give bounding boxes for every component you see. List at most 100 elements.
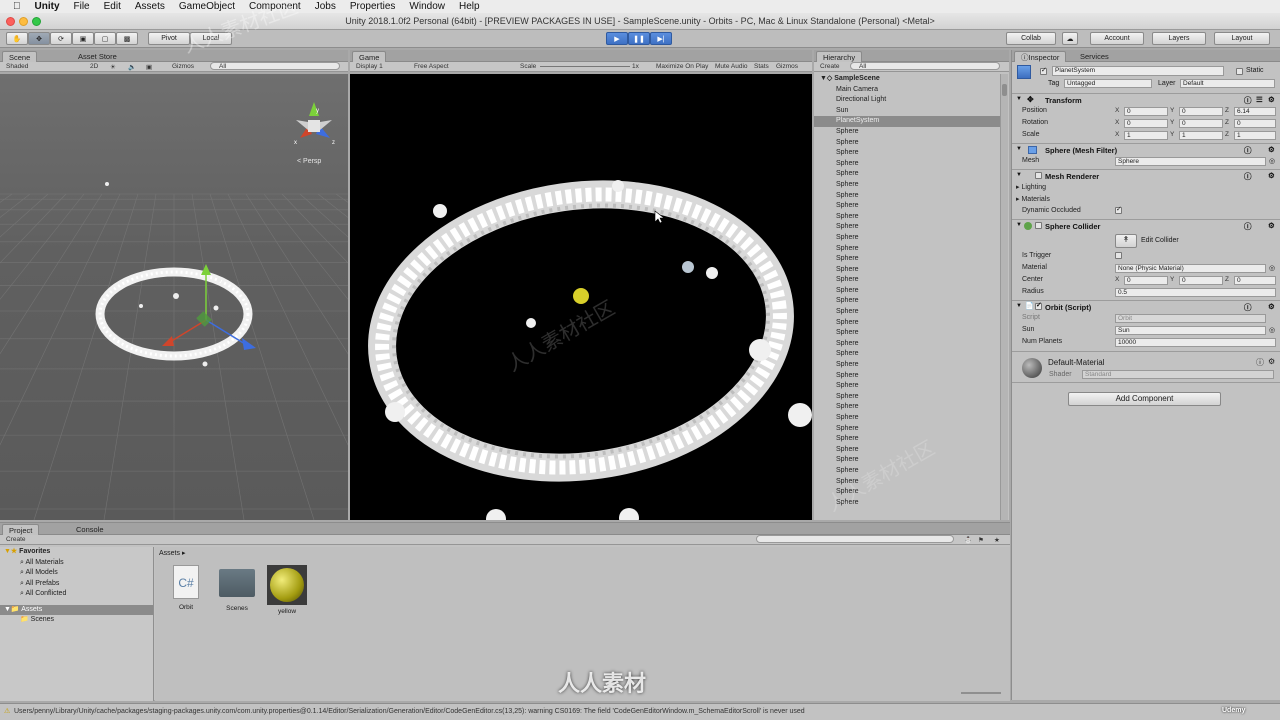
hierarchy-item[interactable]: Sun bbox=[814, 106, 1000, 117]
persp-label[interactable]: < Persp bbox=[297, 158, 321, 165]
hierarchy-scrollbar[interactable] bbox=[1000, 74, 1008, 520]
hierarchy-item[interactable]: Sphere bbox=[814, 159, 1000, 170]
help-icon[interactable]: ⓘ bbox=[1244, 221, 1252, 232]
add-component-button[interactable]: Add Component bbox=[1068, 392, 1221, 406]
menu-assets[interactable]: Assets bbox=[135, 1, 165, 12]
hierarchy-item[interactable]: Sphere bbox=[814, 138, 1000, 149]
scene-search-input[interactable]: All bbox=[210, 62, 340, 70]
hierarchy-item[interactable]: Sphere bbox=[814, 180, 1000, 191]
hierarchy-item[interactable]: Sphere bbox=[814, 191, 1000, 202]
object-picker-icon[interactable]: ◎ bbox=[1269, 326, 1275, 334]
menu-help[interactable]: Help bbox=[459, 1, 480, 12]
transform-header[interactable]: ▼ ✥ Transform ⓘ ☰ ⚙ bbox=[1012, 93, 1280, 106]
dynamic-occluded-checkbox[interactable]: ✓ bbox=[1115, 206, 1122, 214]
scene-orientation-gizmo[interactable]: y x z bbox=[294, 102, 335, 146]
hierarchy-item[interactable]: Sphere bbox=[814, 360, 1000, 371]
gear-icon[interactable]: ⚙ bbox=[1268, 145, 1275, 154]
static-checkbox[interactable] bbox=[1236, 68, 1243, 75]
menu-file[interactable]: File bbox=[74, 1, 90, 12]
rotation-y-input[interactable]: 0 bbox=[1179, 119, 1223, 128]
help-icon[interactable]: ⓘ bbox=[1256, 357, 1264, 368]
is-trigger-checkbox[interactable] bbox=[1115, 252, 1122, 259]
scenes-folder-row[interactable]: 📁 Scenes bbox=[0, 615, 153, 626]
hierarchy-item[interactable]: Sphere bbox=[814, 307, 1000, 318]
rotate-tool-button[interactable]: ⟳ bbox=[50, 32, 72, 45]
hierarchy-item[interactable]: Sphere bbox=[814, 371, 1000, 382]
favorites-item[interactable]: ⌕ All Conflicted bbox=[0, 589, 153, 600]
mesh-renderer-enabled-checkbox[interactable] bbox=[1035, 172, 1042, 179]
hierarchy-item[interactable]: Sphere bbox=[814, 402, 1000, 413]
hierarchy-item[interactable]: Sphere bbox=[814, 275, 1000, 286]
hierarchy-item[interactable]: Sphere bbox=[814, 424, 1000, 435]
asset-scenes-folder[interactable]: Scenes bbox=[217, 565, 257, 625]
scale-y-input[interactable]: 1 bbox=[1179, 131, 1223, 140]
help-icon[interactable]: ⓘ bbox=[1244, 302, 1252, 313]
hierarchy-create-dropdown[interactable]: Create bbox=[820, 63, 840, 70]
game-gizmos-dropdown[interactable]: Gizmos bbox=[776, 63, 798, 70]
help-icon[interactable]: ⓘ bbox=[1244, 145, 1252, 156]
menu-properties[interactable]: Properties bbox=[350, 1, 396, 12]
stats-toggle[interactable]: Stats bbox=[754, 63, 769, 70]
hierarchy-item[interactable]: Sphere bbox=[814, 265, 1000, 276]
game-viewport[interactable] bbox=[350, 74, 812, 520]
audio-toggle-icon[interactable]: 🔈 bbox=[128, 63, 136, 71]
active-checkbox[interactable]: ✓ bbox=[1040, 67, 1047, 75]
gear-icon[interactable]: ⚙ bbox=[1268, 95, 1275, 104]
object-picker-icon[interactable]: ◎ bbox=[1269, 264, 1275, 272]
num-planets-input[interactable]: 10000 bbox=[1115, 338, 1276, 347]
hierarchy-search-input[interactable]: All bbox=[850, 62, 1000, 70]
favorites-item[interactable]: ⌕ All Materials bbox=[0, 558, 153, 569]
console-status-message[interactable]: Users/penny/Library/Unity/cache/packages… bbox=[14, 708, 805, 715]
hierarchy-scroll-thumb[interactable] bbox=[1002, 84, 1007, 96]
physic-material-field[interactable]: None (Physic Material) bbox=[1115, 264, 1266, 273]
gizmos-dropdown[interactable]: Gizmos bbox=[172, 63, 194, 70]
scale-tool-button[interactable]: ▣ bbox=[72, 32, 94, 45]
tag-dropdown[interactable]: Untagged bbox=[1064, 79, 1152, 88]
lighting-toggle-icon[interactable]: ☀ bbox=[110, 63, 116, 71]
assets-folder-row[interactable]: ▼📁 Assets bbox=[0, 604, 153, 615]
help-icon[interactable]: ⓘ bbox=[1244, 171, 1252, 182]
hierarchy-item[interactable]: Sphere bbox=[814, 392, 1000, 403]
icon-size-slider[interactable] bbox=[961, 692, 1001, 694]
menu-jobs[interactable]: Jobs bbox=[315, 1, 336, 12]
scale-z-input[interactable]: 1 bbox=[1234, 131, 1276, 140]
display-dropdown[interactable]: Display 1 bbox=[356, 63, 383, 70]
hierarchy-item[interactable]: Sphere bbox=[814, 212, 1000, 223]
gear-icon[interactable]: ⚙ bbox=[1268, 171, 1275, 180]
material-section[interactable]: Default-Material Shader Standard ⓘ ⚙ bbox=[1012, 351, 1280, 383]
menu-window[interactable]: Window bbox=[409, 1, 445, 12]
orbit-script-header[interactable]: ▼ 📄 ✓ Orbit (Script) ⓘ ⚙ bbox=[1012, 300, 1280, 313]
orbit-enabled-checkbox[interactable]: ✓ bbox=[1035, 302, 1042, 310]
asset-orbit-script[interactable]: C# Orbit bbox=[169, 565, 203, 625]
gear-icon[interactable]: ⚙ bbox=[1268, 302, 1275, 311]
hierarchy-item[interactable]: Directional Light bbox=[814, 95, 1000, 106]
position-z-input[interactable]: 6.14 bbox=[1234, 107, 1276, 116]
tab-project[interactable]: Project bbox=[2, 524, 40, 535]
project-create-dropdown[interactable]: Create bbox=[6, 536, 26, 543]
position-x-input[interactable]: 0 bbox=[1124, 107, 1168, 116]
position-y-input[interactable]: 0 bbox=[1179, 107, 1223, 116]
radius-input[interactable]: 0.5 bbox=[1115, 288, 1276, 297]
object-name-input[interactable]: PlanetSystem bbox=[1052, 66, 1224, 76]
mute-audio-toggle[interactable]: Mute Audio bbox=[715, 63, 748, 70]
hierarchy-scene-row[interactable]: ▼◇ SampleScene bbox=[814, 74, 1000, 85]
tab-game[interactable]: Game bbox=[352, 51, 387, 62]
move-tool-button[interactable]: ✥ bbox=[28, 32, 50, 45]
scene-viewport[interactable]: y x z < Persp bbox=[0, 74, 348, 520]
favorites-item[interactable]: ⌕ All Prefabs bbox=[0, 579, 153, 590]
hierarchy-item[interactable]: Sphere bbox=[814, 296, 1000, 307]
hierarchy-item[interactable]: Sphere bbox=[814, 222, 1000, 233]
center-x-input[interactable]: 0 bbox=[1124, 276, 1168, 285]
hierarchy-item[interactable]: Sphere bbox=[814, 349, 1000, 360]
tab-scene[interactable]: Scene bbox=[2, 51, 38, 62]
shaded-dropdown[interactable]: Shaded bbox=[6, 63, 28, 70]
layers-dropdown[interactable]: Layers bbox=[1152, 32, 1206, 45]
project-search-input[interactable] bbox=[756, 535, 954, 543]
rotation-x-input[interactable]: 0 bbox=[1124, 119, 1168, 128]
asset-yellow-material[interactable]: yellow bbox=[267, 565, 307, 625]
maximize-on-play-toggle[interactable]: Maximize On Play bbox=[656, 63, 708, 70]
hierarchy-item[interactable]: Sphere bbox=[814, 318, 1000, 329]
mesh-filter-header[interactable]: ▼ Sphere (Mesh Filter) ⓘ ⚙ bbox=[1012, 143, 1280, 156]
hierarchy-item[interactable]: Main Camera bbox=[814, 85, 1000, 96]
hierarchy-item[interactable]: Sphere bbox=[814, 339, 1000, 350]
